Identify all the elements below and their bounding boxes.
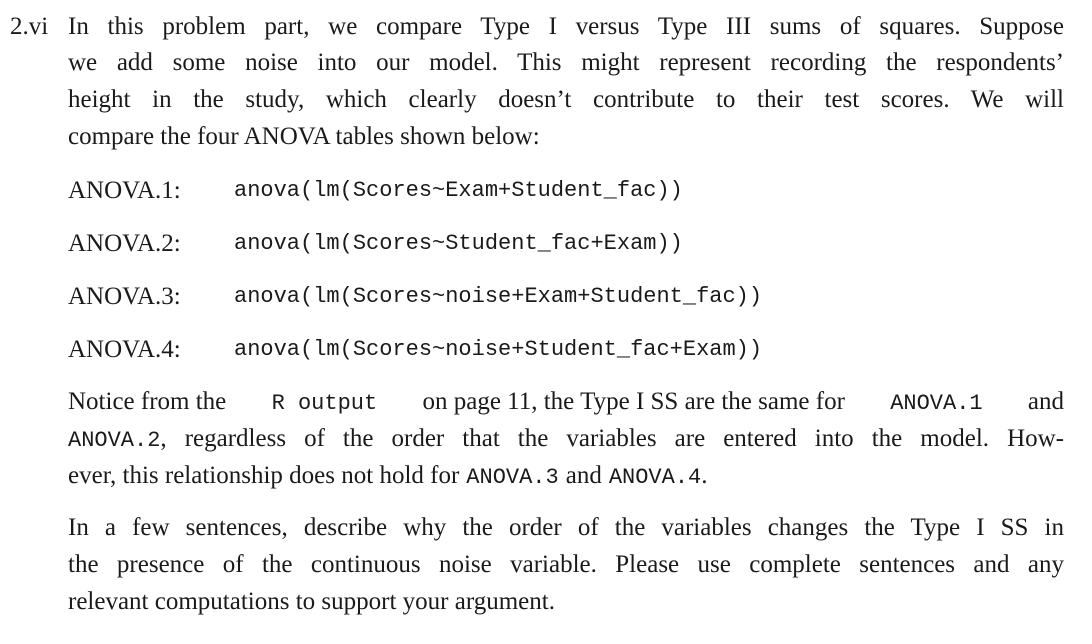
anova-1-label: ANOVA.1:	[68, 177, 181, 204]
intro-line-3: height in the study, which clearly doesn…	[68, 86, 1064, 113]
question-line-2: the presence of the continuous noise var…	[68, 551, 1064, 578]
question-line-3: relevant computations to support your ar…	[68, 588, 555, 615]
notice-text-line3-c: .	[701, 462, 708, 489]
notice-line-3: ever, this relationship does not hold fo…	[68, 463, 708, 489]
notice-text-b: on page 11, the Type I SS are the same f…	[422, 388, 845, 415]
notice-code-anova4: ANOVA.4	[608, 465, 702, 490]
problem-number: 2.vi	[10, 13, 49, 40]
anova-2-label: ANOVA.2:	[68, 230, 181, 257]
anova-4-code: anova(lm(Scores~noise+Student_fac+Exam))	[234, 337, 763, 362]
notice-code-anova1: ANOVA.1	[890, 391, 983, 416]
anova-3-label: ANOVA.3:	[68, 283, 181, 310]
notice-text-line2: , regardless of the order that the varia…	[160, 425, 1064, 452]
anova-3-code: anova(lm(Scores~noise+Exam+Student_fac))	[234, 284, 763, 309]
anova-2-code: anova(lm(Scores~Student_fac+Exam))	[234, 231, 683, 256]
notice-text-a: Notice from the	[68, 388, 227, 415]
notice-line-2: ANOVA.2 , regardless of the order that t…	[68, 426, 1064, 452]
question-line-1: In a few sentences, describe why the ord…	[68, 514, 1064, 541]
notice-line-1: Notice from the R output on page 11, the…	[68, 389, 1064, 415]
notice-text-line3-b: and	[565, 462, 602, 489]
notice-code-anova3: ANOVA.3	[466, 465, 559, 490]
problem-page: 2.vi In this problem part, we compare Ty…	[0, 0, 1092, 644]
intro-line-1: In this problem part, we compare Type I …	[68, 13, 1064, 40]
notice-text-line3-a: ever, this relationship does not hold fo…	[68, 462, 460, 489]
notice-text-c: and	[1027, 388, 1064, 415]
intro-line-2: we add some noise into our model. This m…	[68, 49, 1064, 76]
anova-4-label: ANOVA.4:	[68, 336, 181, 363]
notice-code-r-output: R output	[271, 391, 378, 416]
anova-1-code: anova(lm(Scores~Exam+Student_fac))	[234, 178, 683, 203]
intro-line-4: compare the four ANOVA tables shown belo…	[68, 123, 540, 150]
notice-code-anova2: ANOVA.2	[68, 428, 161, 453]
